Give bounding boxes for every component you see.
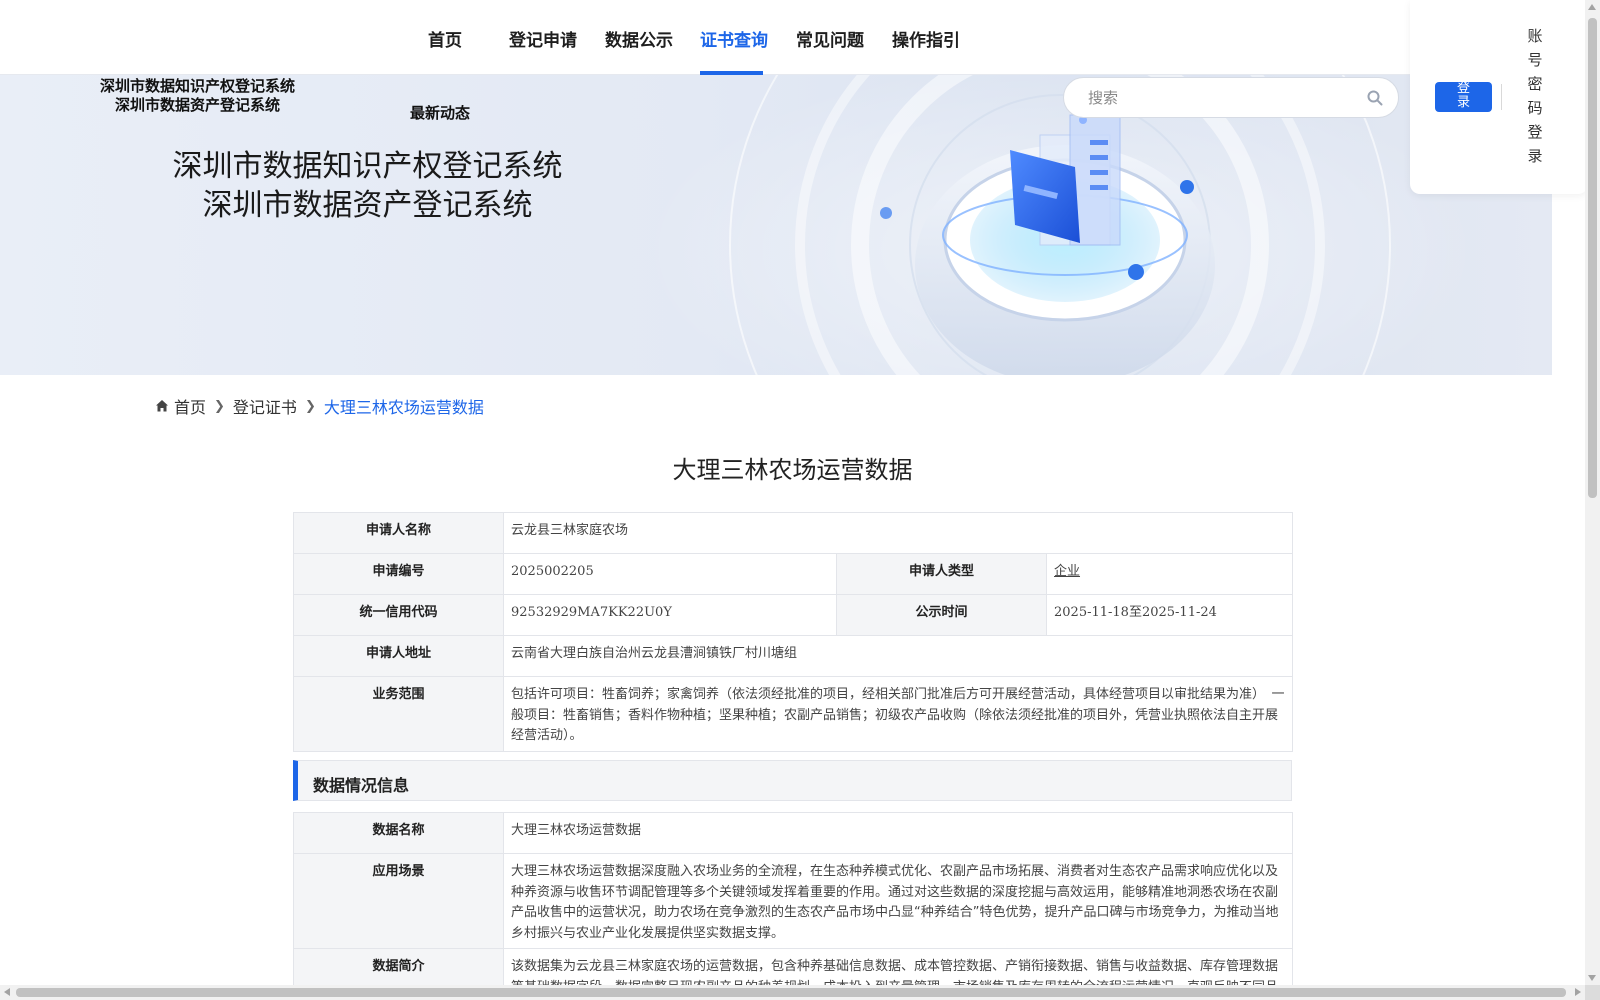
page-title: 大理三林农场运营数据	[672, 456, 913, 484]
publicity-time-label: 公示时间	[836, 594, 1047, 636]
vertical-scrollbar[interactable]	[1585, 0, 1600, 985]
scroll-right-arrow-icon[interactable]	[1575, 988, 1581, 996]
login-button[interactable]: 登录	[1435, 82, 1492, 112]
nav-item-certificate-query[interactable]: 证书查询	[700, 26, 768, 51]
nav-item-registration[interactable]: 登记申请	[509, 26, 577, 51]
latest-news-link[interactable]: 最新动态	[410, 102, 470, 123]
banner-title-line2: 深圳市数据资产登记系统	[202, 188, 533, 223]
data-info-table: 数据名称 大理三林农场运营数据 应用场景 大理三林农场运营数据深度融入农场业务的…	[293, 812, 1293, 1000]
breadcrumb-certificates[interactable]: 登记证书	[233, 394, 297, 418]
nav-item-home[interactable]: 首页	[428, 26, 462, 51]
banner-title-line1: 深圳市数据知识产权登记系统	[172, 149, 563, 184]
data-name-label: 数据名称	[293, 812, 504, 854]
home-icon	[156, 400, 168, 412]
business-scope-value: 包括许可项目：牲畜饲养；家禽饲养（依法须经批准的项目，经相关部门批准后方可开展经…	[502, 676, 1294, 752]
vertical-scroll-thumb[interactable]	[1588, 18, 1597, 498]
nav-item-data-publicity[interactable]: 数据公示	[605, 26, 673, 51]
breadcrumb-home[interactable]: 首页	[174, 394, 206, 418]
login-button-label: 登录	[1456, 82, 1470, 110]
section-header-data-info: 数据情况信息	[293, 760, 1292, 801]
applicant-name-value: 云龙县三林家庭农场	[502, 512, 1294, 554]
breadcrumb: 首页 ❯ 登记证书 ❯ 大理三林农场运营数据	[155, 394, 484, 418]
credit-code-value: 92532929MA7KK22U0Y	[503, 594, 837, 636]
search-box	[1063, 77, 1399, 118]
chevron-right-icon: ❯	[304, 398, 316, 414]
active-tab-indicator	[700, 71, 763, 75]
applicant-name-label: 申请人名称	[293, 512, 504, 554]
banner: 深圳市数据知识产权登记系统 深圳市数据资产登记系统 最新动态 深圳市数据知识产权…	[0, 75, 1552, 375]
system-name-line1: 深圳市数据知识产权登记系统	[99, 77, 295, 95]
scroll-up-arrow-icon[interactable]	[1588, 4, 1596, 10]
applicant-info-table: 申请人名称 云龙县三林家庭农场 申请编号 2025002205 申请人类型 企业…	[293, 512, 1294, 752]
section-header-title: 数据情况信息	[313, 776, 410, 795]
publicity-time-value: 2025-11-18至2025-11-24	[1045, 594, 1294, 636]
search-input[interactable]	[1088, 87, 1358, 109]
system-name-small: 深圳市数据知识产权登记系统 深圳市数据资产登记系统	[80, 77, 315, 115]
credit-code-label: 统一信用代码	[293, 594, 504, 636]
horizontal-scroll-thumb[interactable]	[16, 988, 1566, 997]
horizontal-scrollbar[interactable]	[0, 985, 1585, 1000]
app-root: 深圳市数据知识产权登记系统 深圳市数据资产登记系统 最新动态 深圳市数据知识产权…	[0, 0, 1600, 1000]
nav-item-guide[interactable]: 操作指引	[892, 26, 960, 51]
top-navigation: 首页 登记申请 数据公示 证书查询 常见问题 操作指引	[0, 0, 1552, 75]
applicant-address-label: 申请人地址	[293, 635, 504, 677]
login-divider	[1501, 84, 1502, 110]
table-row: 应用场景 大理三林农场运营数据深度融入农场业务的全流程，在生态种养模式优化、农副…	[293, 853, 1293, 949]
system-name-line2: 深圳市数据资产登记系统	[114, 96, 280, 114]
application-number-value: 2025002205	[503, 553, 837, 595]
applicant-type-label: 申请人类型	[836, 553, 1047, 595]
application-scenario-value: 大理三林农场运营数据深度融入农场业务的全流程，在生态种养模式优化、农副产品市场拓…	[503, 853, 1293, 949]
table-row: 申请编号 2025002205 申请人类型 企业	[293, 553, 1294, 595]
table-row: 申请人地址 云南省大理白族自治州云龙县漕涧镇铁厂村川塘组	[293, 635, 1294, 677]
table-row: 统一信用代码 92532929MA7KK22U0Y 公示时间 2025-11-1…	[293, 594, 1294, 636]
applicant-address-value: 云南省大理白族自治州云龙县漕涧镇铁厂村川塘组	[502, 635, 1294, 677]
chevron-right-icon: ❯	[214, 398, 225, 414]
scrollbar-corner	[1585, 985, 1600, 1000]
application-number-label: 申请编号	[293, 553, 504, 595]
search-icon[interactable]	[1366, 89, 1384, 107]
data-name-value: 大理三林农场运营数据	[503, 812, 1293, 854]
login-panel: 登录 账号密码登录	[1410, 0, 1588, 194]
table-row: 申请人名称 云龙县三林家庭农场	[293, 512, 1294, 554]
table-row: 数据名称 大理三林农场运营数据	[293, 812, 1293, 854]
banner-title: 深圳市数据知识产权登记系统 深圳市数据资产登记系统	[140, 147, 595, 225]
banner-illustration	[640, 75, 1480, 375]
application-scenario-label: 应用场景	[293, 853, 504, 949]
table-row: 业务范围 包括许可项目：牲畜饲养；家禽饲养（依法须经批准的项目，经相关部门批准后…	[293, 676, 1294, 752]
applicant-type-value: 企业	[1045, 553, 1294, 595]
scroll-down-arrow-icon[interactable]	[1588, 975, 1596, 981]
account-password-login-link[interactable]: 账号密码登录	[1526, 24, 1544, 168]
business-scope-label: 业务范围	[293, 676, 504, 752]
breadcrumb-current: 大理三林农场运营数据	[323, 398, 484, 417]
scroll-left-arrow-icon[interactable]	[4, 988, 10, 996]
nav-item-faq[interactable]: 常见问题	[796, 26, 864, 51]
